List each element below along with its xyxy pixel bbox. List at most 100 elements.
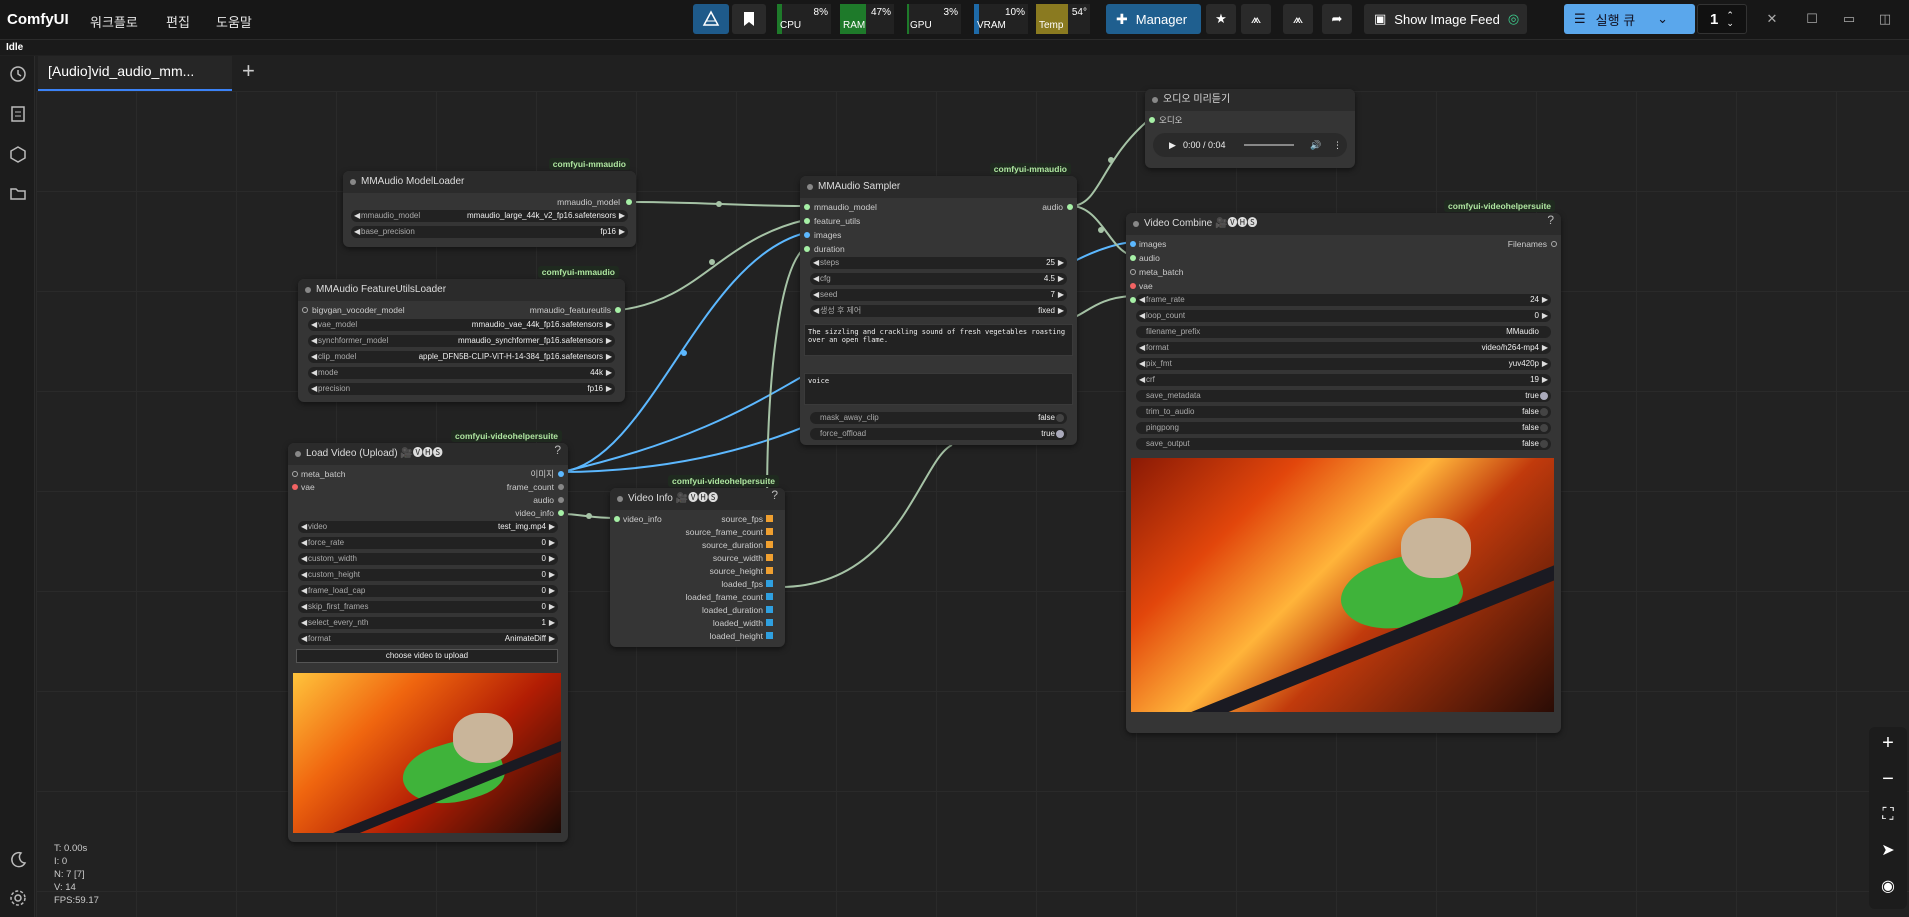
show-image-feed-button[interactable]: ▣ Show Image Feed ◎	[1364, 4, 1527, 34]
input-slot[interactable]	[292, 484, 298, 490]
widget-number[interactable]: ◀ cfg 4.5 ▶	[810, 273, 1067, 285]
menu-help[interactable]: 도움말	[216, 12, 252, 31]
select-mode-icon[interactable]: ➤	[1878, 841, 1898, 861]
help-icon[interactable]: ?	[554, 443, 561, 457]
node-audio-preview[interactable]: 오디오 미리듣기 오디오 ▶ 0:00 / 0:04 🔊 ⋮	[1145, 89, 1355, 168]
history-icon[interactable]	[8, 64, 28, 84]
model-library-icon[interactable]	[8, 144, 28, 164]
node-title[interactable]: MMAudio FeatureUtilsLoader	[298, 279, 625, 301]
input-slot[interactable]	[804, 218, 810, 224]
node-video-info[interactable]: comfyui-videohelpersuite Video Info 🎥🅥🅗🅢…	[610, 475, 785, 647]
output-slot[interactable]	[766, 580, 773, 587]
widget-combo[interactable]: ◀ pix_fmt yuv420p ▶	[1136, 358, 1551, 370]
app-logo[interactable]: ComfyUI	[7, 11, 69, 28]
widget-number[interactable]: ◀ frame_rate 24 ▶	[1136, 294, 1551, 306]
toggle-links-visibility-icon[interactable]: ◉	[1878, 877, 1898, 897]
widget-combo[interactable]: ◀ video test_img.mp4 ▶	[298, 521, 558, 533]
output-slot[interactable]	[1551, 241, 1557, 247]
prompt-textarea[interactable]: The sizzling and crackling sound of fres…	[804, 324, 1073, 356]
output-slot[interactable]	[766, 567, 773, 574]
menu-workflow[interactable]: 워크플로	[90, 12, 138, 31]
node-library-icon[interactable]	[8, 104, 28, 124]
output-slot[interactable]	[615, 307, 621, 313]
bookmark-icon[interactable]	[732, 4, 766, 34]
widget-combo[interactable]: ◀ format AnimateDiff ▶	[298, 633, 558, 645]
widget-combo[interactable]: ◀ clip_model apple_DFN5B-CLIP-ViT-H-14-384…	[308, 351, 615, 363]
output-slot[interactable]	[558, 484, 564, 490]
close-icon[interactable]: ✕	[1760, 4, 1784, 34]
output-slot[interactable]	[766, 632, 773, 639]
menu-edit[interactable]: 편집	[166, 12, 190, 31]
toggle-save-metadata[interactable]: save_metadata true	[1136, 390, 1551, 402]
output-slot[interactable]	[558, 471, 564, 477]
toggle-trim-to-audio[interactable]: trim_to_audio false	[1136, 406, 1551, 418]
settings-gear-icon[interactable]	[8, 888, 28, 908]
toggle-force-offload[interactable]: force_offload true	[810, 428, 1067, 440]
input-slot[interactable]	[804, 246, 810, 252]
toggle-mask-away-clip[interactable]: mask_away_clip false	[810, 412, 1067, 424]
input-slot[interactable]	[804, 204, 810, 210]
panel-icon[interactable]: ▭	[1837, 4, 1861, 34]
node-title[interactable]: Video Combine 🎥🅥🅗🅢	[1126, 213, 1561, 235]
node-mmaudio-sampler[interactable]: comfyui-mmaudio MMAudio Sampler mmaudio_…	[800, 163, 1077, 445]
widget-number[interactable]: ◀ skip_first_frames 0 ▶	[298, 601, 558, 613]
queue-button[interactable]: ☰ 실행 큐 ⌄	[1564, 4, 1695, 34]
node-title[interactable]: MMAudio Sampler	[800, 176, 1077, 198]
stepper-icon[interactable]: ⌃ ⌄	[1726, 11, 1734, 28]
maximize-icon[interactable]: ☐	[1800, 4, 1824, 34]
more-options-icon[interactable]: ⋮	[1333, 133, 1342, 157]
zoom-out-icon[interactable]: −	[1878, 769, 1898, 789]
negative-prompt-textarea[interactable]: voice	[804, 373, 1073, 405]
toggle-pingpong[interactable]: pingpong false	[1136, 422, 1551, 434]
output-slot[interactable]	[1067, 204, 1073, 210]
input-slot[interactable]	[302, 307, 308, 313]
audio-player[interactable]: ▶ 0:00 / 0:04 🔊 ⋮	[1153, 133, 1347, 157]
widget-combo[interactable]: ◀ synchformer_model mmaudio_synchformer_fp…	[308, 335, 615, 347]
output-slot[interactable]	[766, 593, 773, 600]
share-icon[interactable]: ➦	[1322, 4, 1352, 34]
widget-combo[interactable]: ◀ 생성 후 제어 fixed ▶	[810, 305, 1067, 317]
widget-number[interactable]: ◀ crf 19 ▶	[1136, 374, 1551, 386]
widget-number[interactable]: ◀ loop_count 0 ▶	[1136, 310, 1551, 322]
output-slot[interactable]	[766, 528, 773, 535]
widget-number[interactable]: ◀ seed 7 ▶	[810, 289, 1067, 301]
input-slot[interactable]	[1130, 255, 1136, 261]
output-slot[interactable]	[766, 541, 773, 548]
widget-combo[interactable]: ◀ vae_model mmaudio_vae_44k_fp16.safetenso…	[308, 319, 615, 331]
audio-progress-bar[interactable]	[1244, 144, 1294, 146]
theme-moon-icon[interactable]	[8, 850, 28, 870]
toggle-save-output[interactable]: save_output false	[1136, 438, 1551, 450]
node-title[interactable]: Load Video (Upload) 🎥🅥🅗🅢	[288, 443, 568, 465]
star-icon[interactable]: ★	[1206, 4, 1236, 34]
node-title[interactable]: 오디오 미리듣기	[1145, 89, 1355, 111]
manager-button[interactable]: ✚ Manager	[1106, 4, 1201, 34]
node-title[interactable]: MMAudio ModelLoader	[343, 171, 636, 193]
node-title[interactable]: Video Info 🎥🅥🅗🅢	[610, 488, 785, 510]
tab-workflow[interactable]: [Audio]vid_audio_mm...	[38, 56, 232, 91]
output-slot[interactable]	[766, 554, 773, 561]
output-slot[interactable]	[766, 619, 773, 626]
widget-combo[interactable]: ◀ format video/h264-mp4 ▶	[1136, 342, 1551, 354]
input-slot[interactable]	[614, 516, 620, 522]
output-slot[interactable]	[558, 497, 564, 503]
model-download-icon[interactable]: ⩕	[1241, 4, 1271, 34]
widget-number[interactable]: ◀ select_every_nth 1 ▶	[298, 617, 558, 629]
output-slot[interactable]	[766, 606, 773, 613]
widget-number[interactable]: ◀ custom_height 0 ▶	[298, 569, 558, 581]
help-icon[interactable]: ?	[771, 488, 778, 502]
node-video-combine[interactable]: comfyui-videohelpersuite Video Combine 🎥…	[1126, 200, 1561, 733]
upload-video-button[interactable]: choose video to upload	[296, 649, 558, 663]
model-manager-icon[interactable]: ⩕	[1283, 4, 1313, 34]
widget-number[interactable]: ◀ custom_width 0 ▶	[298, 553, 558, 565]
workflows-folder-icon[interactable]	[8, 184, 28, 204]
input-slot[interactable]	[804, 232, 810, 238]
add-tab-icon[interactable]: +	[242, 58, 255, 84]
zoom-in-icon[interactable]: +	[1878, 733, 1898, 753]
node-mmaudio-modelloader[interactable]: comfyui-mmaudio MMAudio ModelLoader mmau…	[343, 158, 636, 247]
widget-combo[interactable]: ◀ mmaudio_model mmaudio_large_44k_v2_fp16.…	[351, 210, 628, 222]
widget-number[interactable]: ◀ steps 25 ▶	[810, 257, 1067, 269]
batch-count-input[interactable]: 1 ⌃ ⌄	[1697, 4, 1747, 34]
widget-number[interactable]: ◀ frame_load_cap 0 ▶	[298, 585, 558, 597]
widget-combo[interactable]: ◀ base_precision fp16 ▶	[351, 226, 628, 238]
input-slot[interactable]	[1149, 117, 1155, 123]
